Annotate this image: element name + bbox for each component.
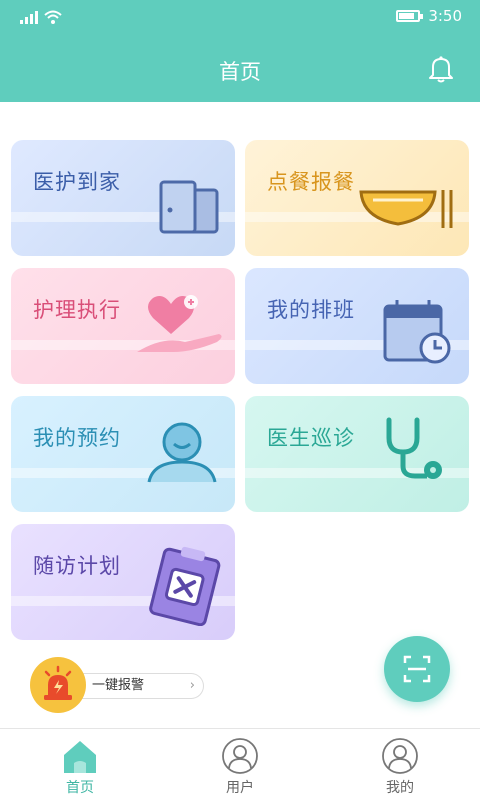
- status-time: 3:50: [428, 7, 462, 25]
- tab-mine-label: 我的: [386, 780, 414, 796]
- alarm-label: 一键报警: [92, 678, 145, 693]
- card-followup-plan[interactable]: 随访计划: [11, 524, 235, 640]
- tab-users[interactable]: 用户: [190, 729, 290, 800]
- door-icon: [159, 180, 219, 234]
- tab-bar: 首页 用户 我的: [0, 728, 480, 800]
- wifi-icon: [44, 10, 62, 24]
- user-icon: [222, 738, 258, 774]
- home-icon: [64, 741, 96, 773]
- clipboard-icon: [149, 546, 221, 626]
- bell-icon[interactable]: [426, 54, 456, 84]
- bowl-icon: [359, 190, 453, 228]
- scan-icon: [403, 655, 431, 683]
- heart-hand-icon: [137, 295, 222, 352]
- nav-bar: 首页: [0, 36, 480, 102]
- card-nursing-execution[interactable]: 护理执行: [11, 268, 235, 384]
- card-nursing-execution-label: 护理执行: [33, 298, 121, 322]
- page-title: 首页: [219, 60, 261, 84]
- status-bar: 3:50: [0, 0, 480, 36]
- card-followup-plan-label: 随访计划: [33, 554, 121, 578]
- card-my-appointment[interactable]: 我的预约: [11, 396, 235, 512]
- battery-icon: [396, 10, 424, 22]
- tab-home[interactable]: 首页: [30, 729, 130, 800]
- alarm-button[interactable]: 一键报警 ›: [78, 673, 204, 699]
- person-icon: [147, 422, 217, 483]
- tab-users-label: 用户: [226, 780, 254, 796]
- stethoscope-icon: [386, 417, 442, 479]
- siren-icon[interactable]: [30, 657, 86, 713]
- card-home-care-label: 医护到家: [33, 170, 121, 194]
- scan-button[interactable]: [384, 636, 450, 702]
- tab-home-label: 首页: [66, 780, 94, 796]
- tab-mine[interactable]: 我的: [350, 729, 450, 800]
- card-my-appointment-label: 我的预约: [33, 426, 121, 450]
- signal-icon: [20, 10, 38, 24]
- calendar-clock-icon: [383, 300, 451, 364]
- card-my-schedule-label: 我的排班: [267, 298, 355, 322]
- card-home-care[interactable]: 医护到家: [11, 140, 235, 256]
- card-doctor-rounds-label: 医生巡诊: [267, 426, 355, 450]
- profile-icon: [382, 738, 418, 774]
- card-meal-order-label: 点餐报餐: [267, 170, 355, 194]
- card-doctor-rounds[interactable]: 医生巡诊: [245, 396, 469, 512]
- chevron-right-icon: ›: [189, 678, 195, 693]
- card-my-schedule[interactable]: 我的排班: [245, 268, 469, 384]
- card-meal-order[interactable]: 点餐报餐: [245, 140, 469, 256]
